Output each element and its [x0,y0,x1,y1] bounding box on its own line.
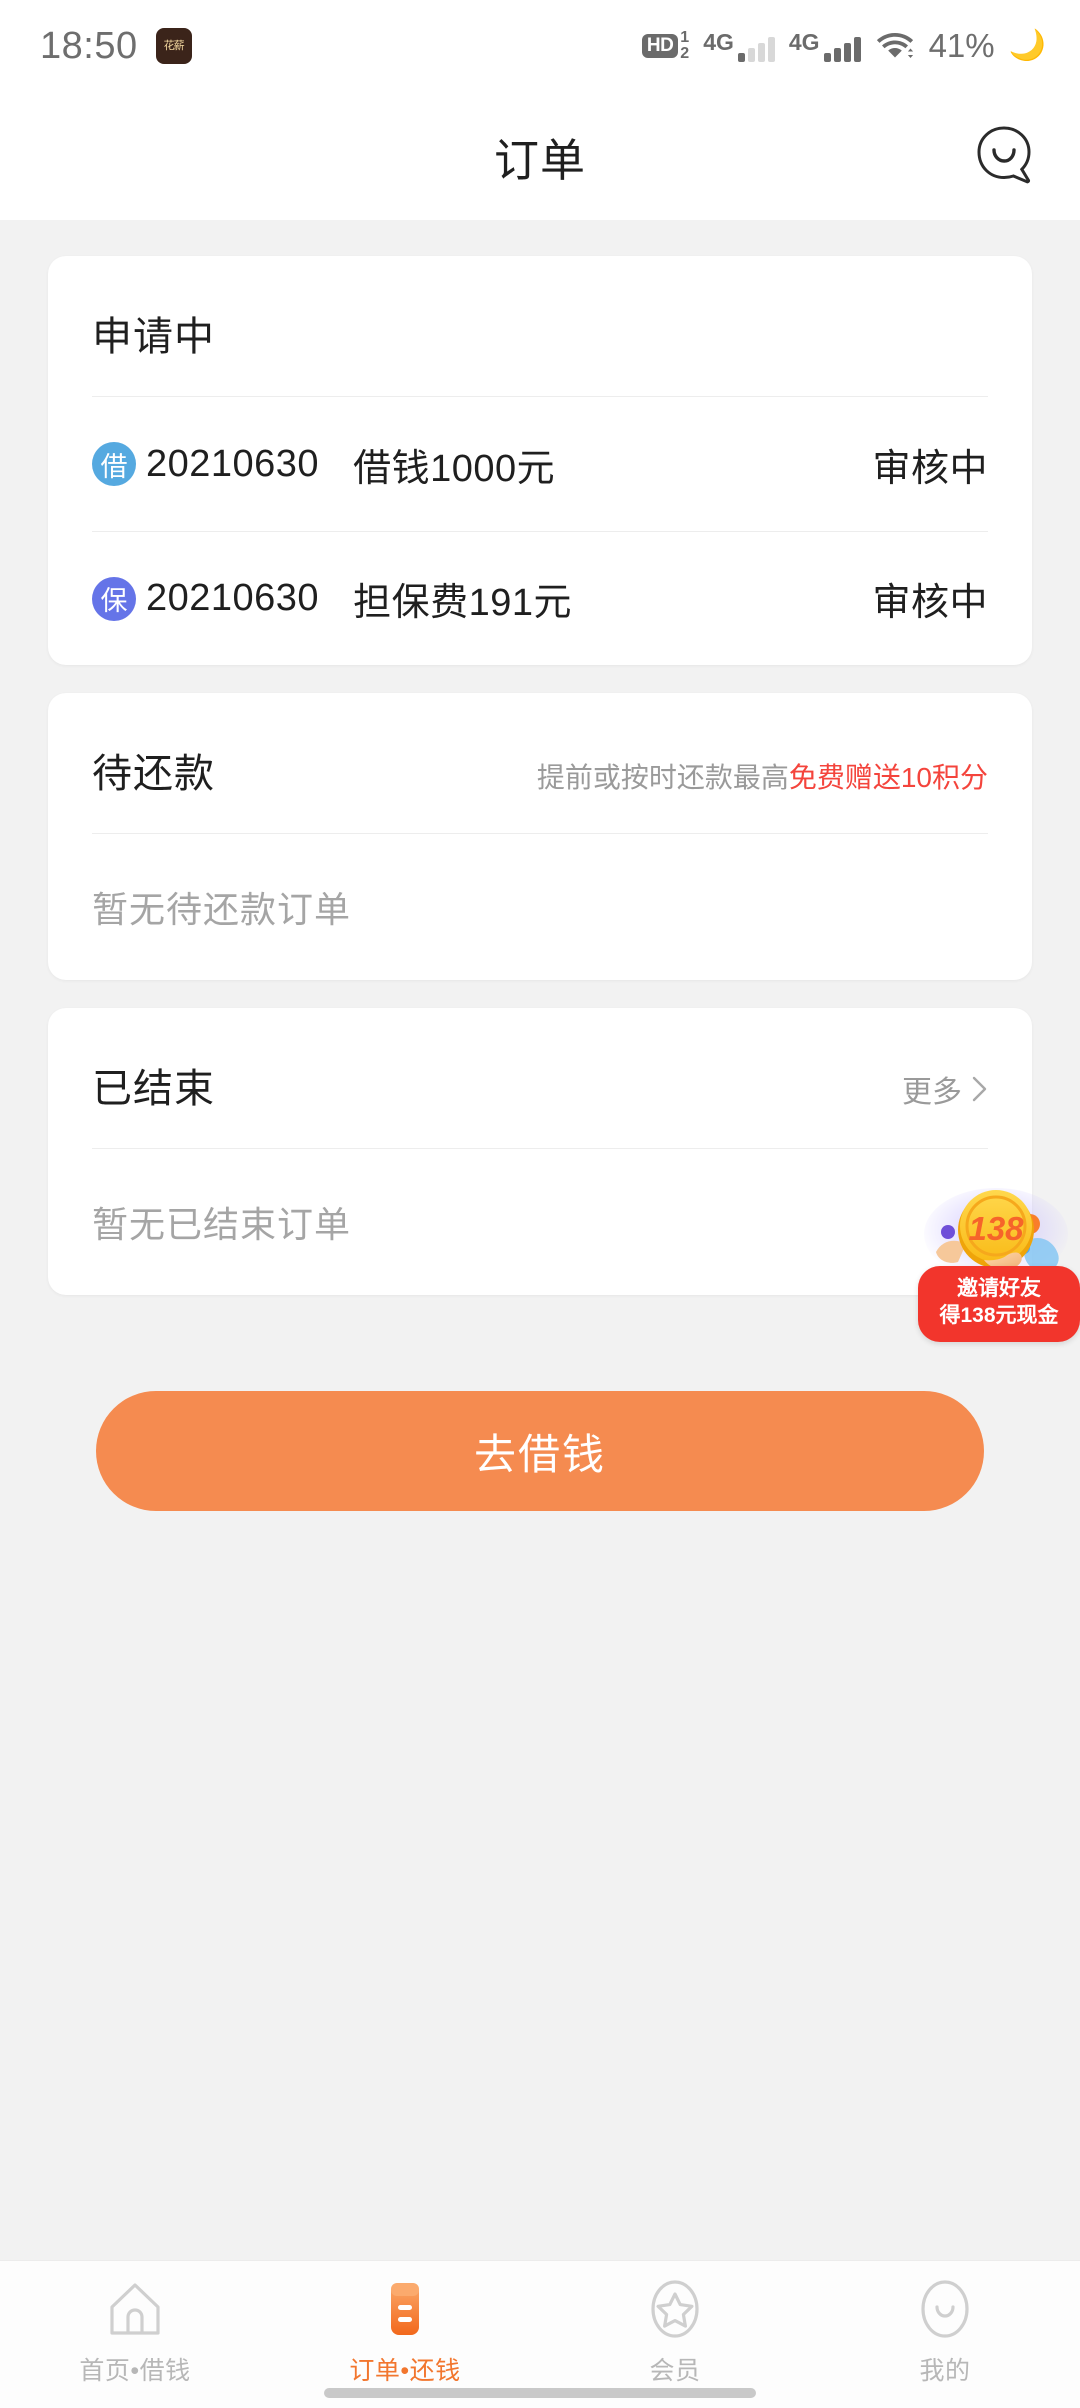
page-title: 订单 [493,134,586,186]
loan-type-badge-icon: 借 [92,442,136,486]
card-applying: 申请中 借 20210630 借钱1000元 审核中 保 20210630 担保… [48,256,1032,665]
svg-text:138: 138 [968,1210,1024,1247]
order-date: 20210630 [146,577,320,619]
status-bar-left: 18:50 花薪 [40,25,192,68]
card-finished-title: 已结束 [92,1067,215,1111]
status-clock: 18:50 [40,24,138,67]
order-row-left: 借 20210630 借钱1000元 [92,437,555,492]
finished-empty-text: 暂无已结束订单 [92,1204,352,1245]
pending-empty-state: 暂无待还款订单 [48,834,1032,980]
invite-promo-pill[interactable]: 邀请好友 得138元现金 [918,1266,1080,1342]
moon-icon: 🌙 [1008,29,1046,62]
app-notification-icon: 花薪 [155,28,192,64]
pending-empty-text: 暂无待还款订单 [92,889,352,930]
content-area: 申请中 借 20210630 借钱1000元 审核中 保 20210630 担保… [0,220,1080,2260]
tab-home[interactable]: 首页•借钱 [0,2277,270,2387]
tab-member-label: 会员 [649,2357,701,2385]
card-pending-repayment: 待还款 提前或按时还款最高免费赠送10积分 暂无待还款订单 [48,693,1032,980]
hd-volte-icon: HD 1 2 [641,30,689,62]
sim2-label: 2 [680,45,690,62]
order-date: 20210630 [146,442,320,485]
chevron-right-icon [972,1076,987,1102]
card-pending-title: 待还款 [92,752,215,796]
signal-sim2-icon: 4G [788,28,861,62]
promo-line-2: 得138元现金 [939,1303,1059,1327]
order-description: 担保费191元 [353,582,572,624]
repayment-reward-note: 提前或按时还款最高免费赠送10积分 [537,756,988,796]
network-type-1: 4G [703,28,734,55]
network-type-2: 4G [788,28,820,55]
signal-bars-2 [823,36,861,62]
card-applying-title: 申请中 [92,315,215,359]
tab-profile[interactable]: 我的 [810,2277,1080,2387]
tab-orders-label: 订单•还钱 [349,2357,461,2385]
reward-note-highlight: 免费赠送10积分 [788,762,988,793]
battery-percent: 41% [928,27,995,64]
sim1-label: 1 [680,29,690,46]
finished-empty-state: 暂无已结束订单 [48,1149,1032,1295]
order-row-left: 保 20210630 担保费191元 [92,571,572,626]
order-status: 审核中 [872,447,988,490]
profile-smiley-icon [921,2280,969,2338]
order-status: 审核中 [872,582,988,624]
table-row[interactable]: 保 20210630 担保费191元 审核中 [92,531,988,665]
invite-friends-promo[interactable]: 138 邀请好友 得138元现金 [912,1182,1080,1342]
hd-label: HD [641,34,679,58]
card-finished: 已结束 更多 暂无已结束订单 [48,1008,1032,1295]
orders-icon [391,2283,419,2335]
finished-more-button[interactable]: 更多 [902,1067,988,1111]
guarantee-type-badge-icon: 保 [92,576,136,621]
go-borrow-button[interactable]: 去借钱 [96,1391,984,1511]
table-row[interactable]: 借 20210630 借钱1000元 审核中 [92,397,988,531]
tab-home-label: 首页•借钱 [79,2357,191,2385]
order-description: 借钱1000元 [353,447,556,490]
bottom-tab-bar: 首页•借钱 订单•还钱 会员 我的 [0,2260,1080,2408]
home-icon [110,2283,160,2335]
card-applying-header: 申请中 [48,256,1032,362]
home-indicator [324,2388,756,2398]
more-label: 更多 [902,1076,962,1109]
phone-screen: 18:50 花薪 HD 1 2 4G 4G 41% 🌙 订单 申请中 借 202… [0,0,1080,2408]
tab-profile-label: 我的 [919,2357,971,2385]
reward-note-plain: 提前或按时还款最高 [536,762,789,793]
signal-bars-1 [737,36,775,62]
tab-member[interactable]: 会员 [540,2277,810,2387]
card-finished-header: 已结束 更多 [48,1008,1032,1114]
sim-slot-indicator: 1 2 [680,30,689,62]
signal-sim1-icon: 4G [703,28,775,62]
smiley-chat-icon[interactable] [970,122,1038,190]
applying-order-list: 借 20210630 借钱1000元 审核中 保 20210630 担保费191… [48,397,1032,665]
status-bar: 18:50 花薪 HD 1 2 4G 4G 41% 🌙 [0,0,1080,92]
wifi-icon [876,33,913,58]
star-member-icon [651,2280,699,2338]
title-bar: 订单 [0,92,1080,220]
promo-line-1: 邀请好友 [957,1277,1041,1300]
status-bar-right: HD 1 2 4G 4G 41% 🌙 [641,27,1046,65]
card-pending-header: 待还款 提前或按时还款最高免费赠送10积分 [48,693,1032,799]
tab-orders[interactable]: 订单•还钱 [270,2277,540,2387]
